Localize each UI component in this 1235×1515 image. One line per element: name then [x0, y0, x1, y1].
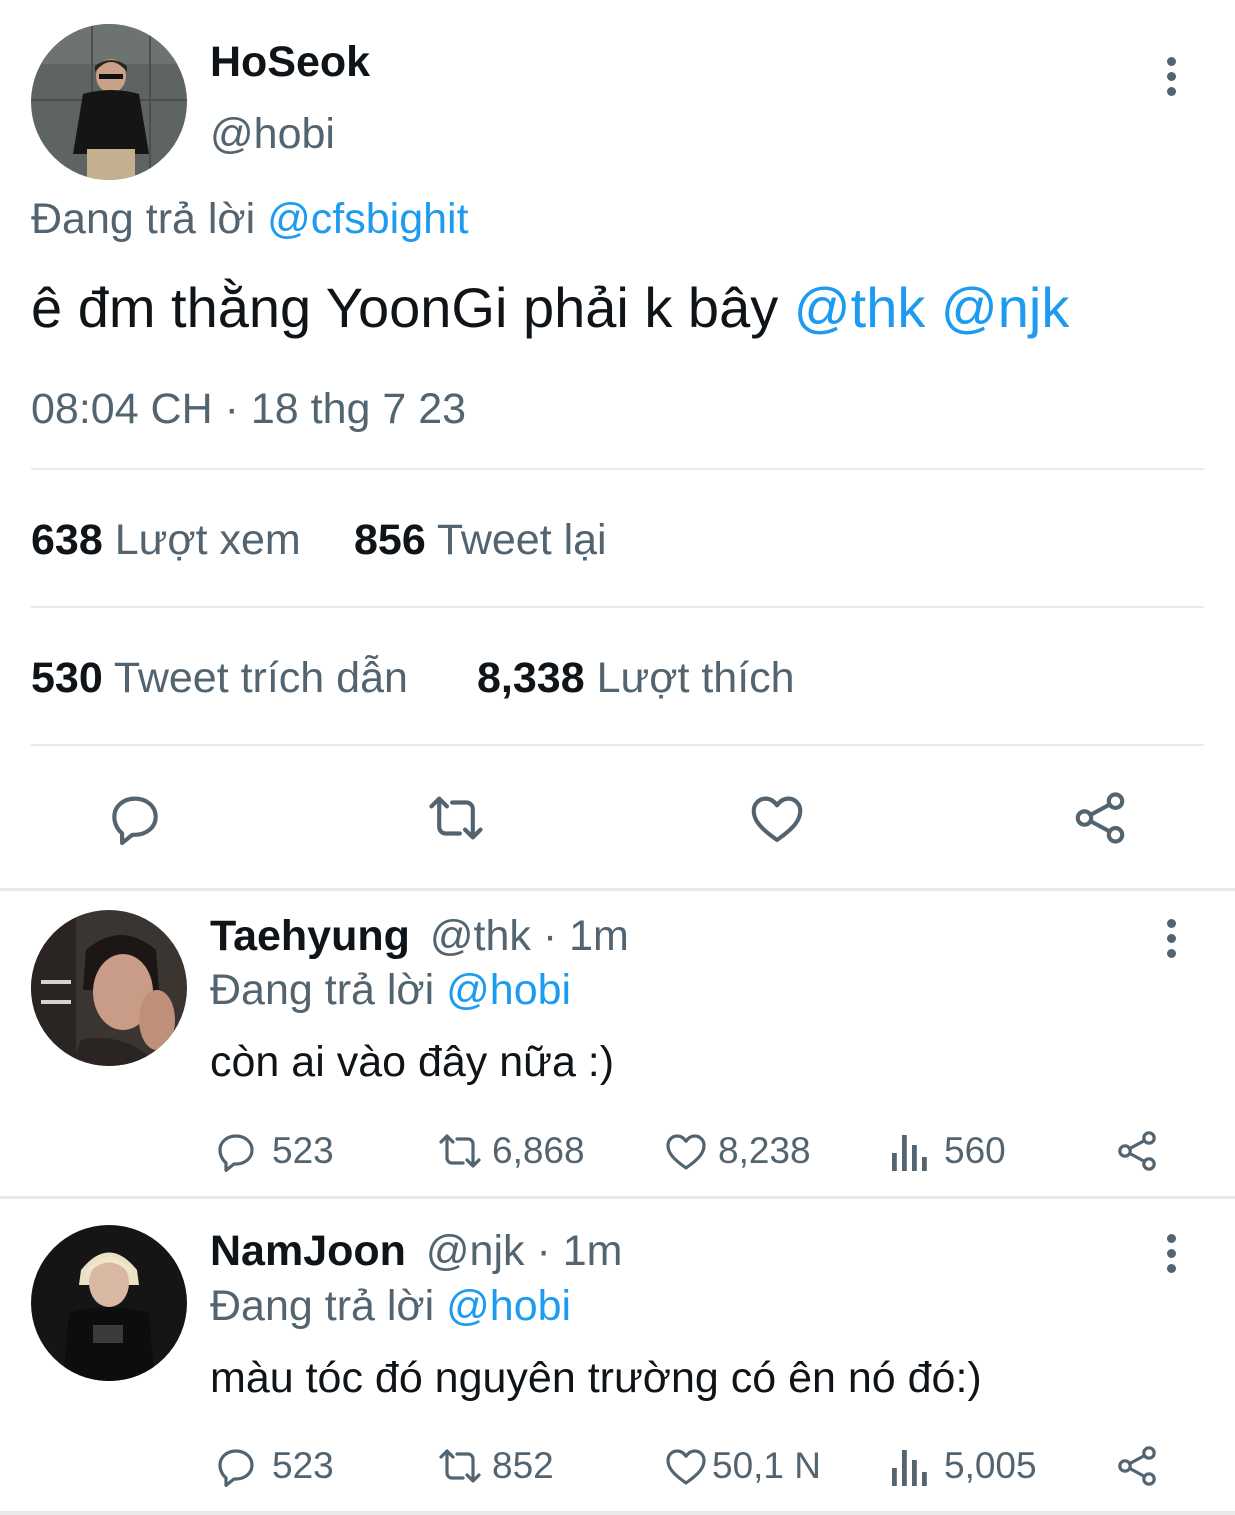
views-label: Lượt xem	[114, 516, 301, 564]
share-icon[interactable]	[1069, 787, 1131, 849]
divider	[0, 888, 1235, 891]
views-stat: 638 Lượt xem	[31, 516, 301, 565]
like-action[interactable]: 8,238	[662, 1126, 811, 1176]
reply-prefix: Đang trả lời	[31, 195, 256, 243]
likes-count: 8,338	[477, 654, 585, 702]
reply-text: còn ai vào đây nữa :)	[210, 1038, 615, 1086]
like-count: 8,238	[718, 1130, 811, 1171]
like-icon	[662, 1127, 710, 1175]
reply-to-link[interactable]: @hobi	[446, 1282, 571, 1330]
tweet-timestamp[interactable]: 08:04 CH · 18 thg 7 23	[31, 385, 466, 434]
quotes-count: 530	[31, 654, 103, 702]
reply-author-name[interactable]: Taehyung	[210, 912, 410, 960]
like-icon[interactable]	[746, 787, 808, 849]
reply-avatar[interactable]	[31, 910, 187, 1066]
reply-count: 523	[272, 1445, 334, 1486]
reply-time[interactable]: · 1m	[536, 1227, 622, 1275]
retweet-icon	[434, 1127, 486, 1175]
reply-time[interactable]: · 1m	[543, 912, 629, 960]
more-icon[interactable]	[1165, 1234, 1177, 1279]
reply-author-name[interactable]: NamJoon	[210, 1227, 406, 1275]
author-handle[interactable]: @hobi	[210, 110, 335, 159]
retweet-icon[interactable]	[424, 787, 488, 849]
tweet-body: ê đm thằng YoonGi phải k bây	[31, 276, 779, 339]
retweet-action[interactable]: 852	[434, 1441, 554, 1491]
author-name[interactable]: HoSeok	[210, 38, 370, 87]
like-action[interactable]: 50,1 N	[662, 1441, 821, 1491]
share-icon[interactable]	[1113, 1127, 1161, 1175]
reply-context: Đang trả lời @cfsbighit	[31, 195, 469, 244]
retweet-icon	[434, 1442, 486, 1490]
share-icon[interactable]	[1113, 1442, 1161, 1490]
reply-to-link[interactable]: @cfsbighit	[267, 195, 468, 243]
divider	[31, 606, 1204, 608]
reply-text: màu tóc đó nguyên trường có ên nó đó:)	[210, 1354, 982, 1402]
views-icon	[890, 1129, 930, 1173]
more-icon[interactable]	[1165, 919, 1177, 964]
reply-action[interactable]: 523	[212, 1126, 334, 1176]
retweet-count: 6,868	[492, 1130, 585, 1171]
views-action[interactable]: 5,005	[890, 1441, 1037, 1491]
reply-header: NamJoon @njk · 1m	[210, 1227, 622, 1276]
retweets-stat[interactable]: 856 Tweet lại	[354, 516, 607, 565]
divider	[0, 1511, 1235, 1515]
retweets-count: 856	[354, 516, 426, 564]
retweets-label: Tweet lại	[436, 516, 607, 564]
views-action[interactable]: 560	[890, 1126, 1006, 1176]
views-count: 560	[944, 1130, 1006, 1171]
reply-author-handle[interactable]: @njk	[426, 1227, 525, 1275]
reply-prefix: Đang trả lời	[210, 1282, 435, 1330]
reply-to-link[interactable]: @hobi	[446, 966, 571, 1014]
author-avatar[interactable]	[31, 24, 187, 180]
retweet-count: 852	[492, 1445, 554, 1486]
reply-action[interactable]: 523	[212, 1441, 334, 1491]
reply-avatar[interactable]	[31, 1225, 187, 1381]
like-icon	[662, 1442, 710, 1490]
reply-context: Đang trả lời @hobi	[210, 1282, 571, 1331]
retweet-action[interactable]: 6,868	[434, 1126, 585, 1176]
tweet-text: ê đm thằng YoonGi phải k bây @thk @njk	[31, 275, 1069, 340]
likes-label: Lượt thích	[596, 654, 795, 702]
mention-njk[interactable]: @njk	[941, 276, 1069, 339]
likes-stat[interactable]: 8,338 Lượt thích	[477, 654, 795, 703]
divider	[31, 468, 1204, 470]
more-icon[interactable]	[1165, 57, 1177, 102]
reply-icon	[212, 1442, 260, 1490]
quotes-label: Tweet trích dẫn	[113, 654, 408, 702]
reply-context: Đang trả lời @hobi	[210, 966, 571, 1015]
views-icon	[890, 1444, 930, 1488]
reply-header: Taehyung @thk · 1m	[210, 912, 629, 961]
mention-thk[interactable]: @thk	[794, 276, 926, 339]
views-count: 5,005	[944, 1445, 1037, 1486]
quotes-stat[interactable]: 530 Tweet trích dẫn	[31, 654, 408, 703]
views-count: 638	[31, 516, 103, 564]
divider	[31, 744, 1204, 746]
reply-icon	[212, 1127, 260, 1175]
reply-count: 523	[272, 1130, 334, 1171]
reply-author-handle[interactable]: @thk	[430, 912, 531, 960]
divider	[0, 1196, 1235, 1199]
reply-icon[interactable]	[104, 787, 166, 849]
reply-prefix: Đang trả lời	[210, 966, 435, 1014]
like-count: 50,1 N	[712, 1445, 822, 1486]
